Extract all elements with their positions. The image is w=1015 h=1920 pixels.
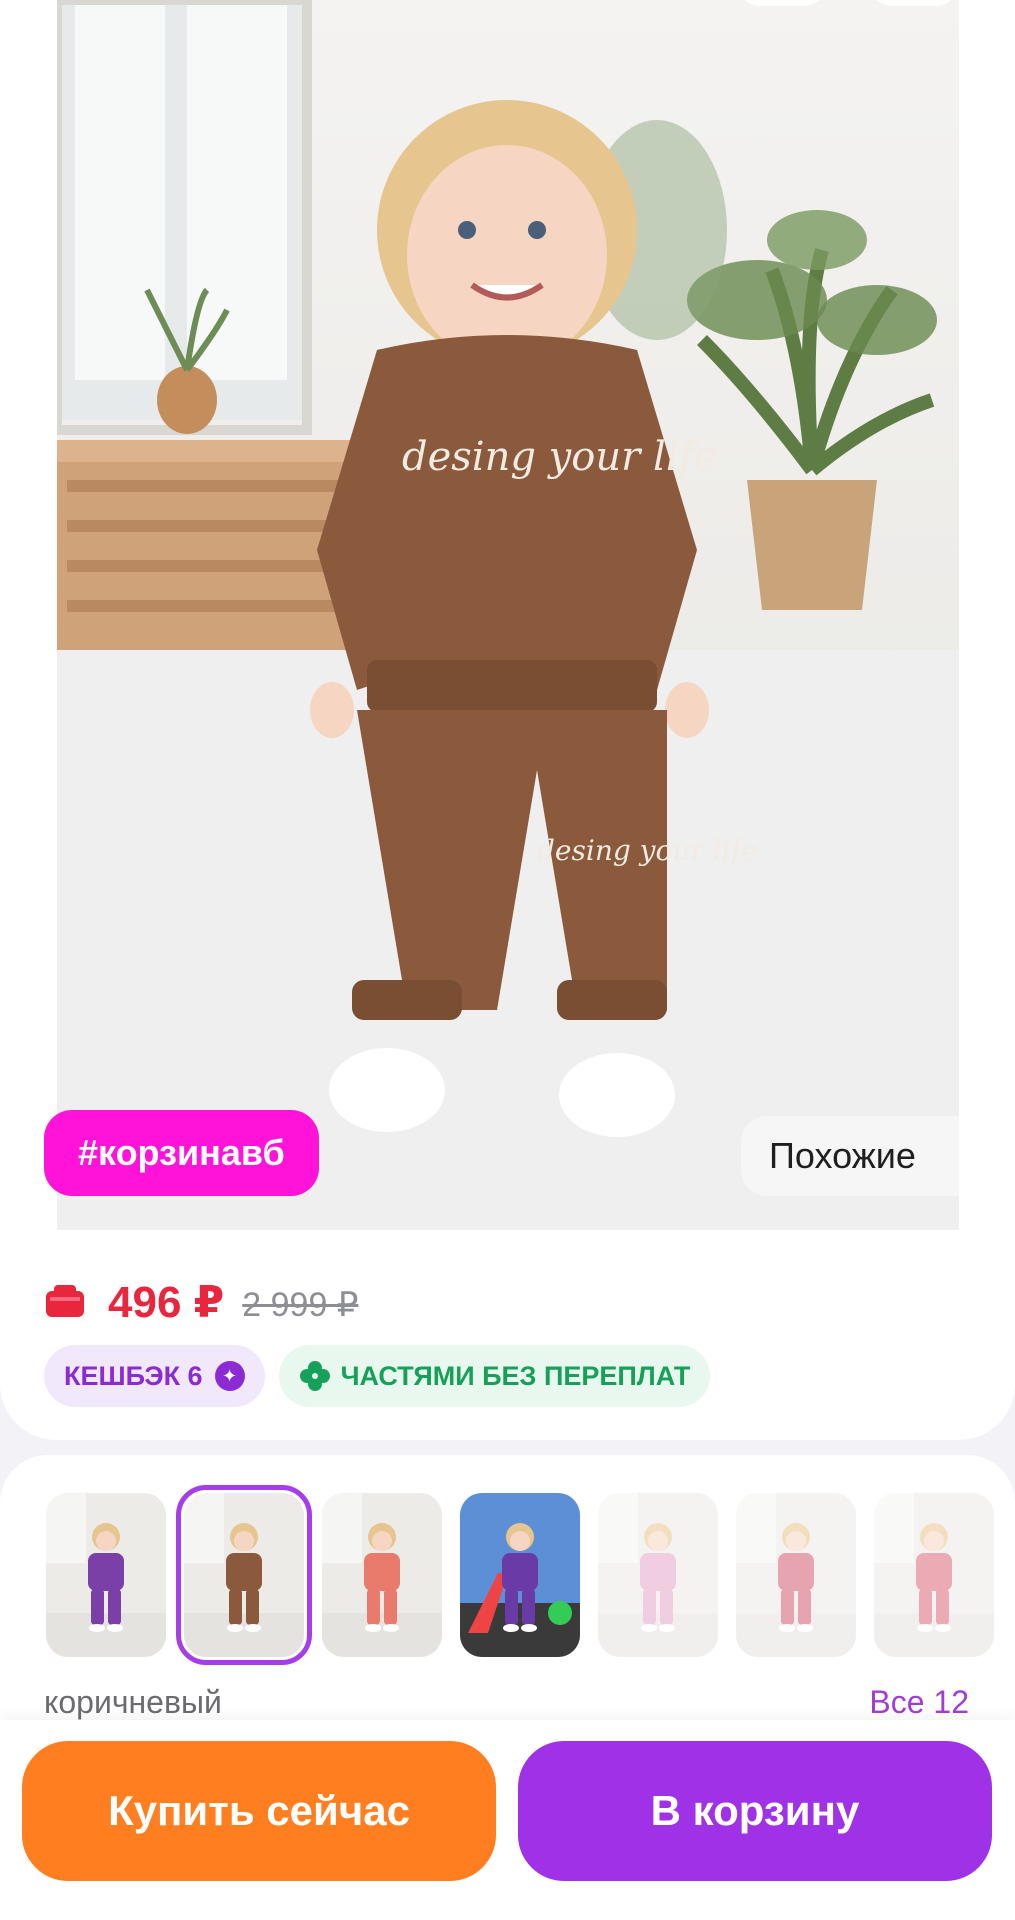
color-thumbnail-white-red[interactable] — [874, 1493, 994, 1657]
color-thumbnail-coral[interactable] — [322, 1493, 442, 1657]
color-thumbnail-raspberry[interactable] — [736, 1493, 856, 1657]
product-photo[interactable]: desing your life desing your life — [57, 0, 959, 1230]
cashback-chip[interactable]: КЕШБЭК 6 ✦ — [44, 1345, 265, 1407]
buy-now-button[interactable]: Купить сейчас — [22, 1741, 496, 1881]
wallet-icon — [46, 1285, 86, 1319]
color-thumbnail-brown[interactable] — [176, 1485, 312, 1665]
product-photo-illustration: desing your life desing your life — [57, 0, 959, 1230]
installments-label: ЧАСТЯМИ БЕЗ ПЕРЕПЛАТ — [340, 1360, 691, 1391]
color-thumbnails — [46, 1485, 994, 1665]
print-text-top: desing your life — [402, 434, 717, 480]
promo-chips: КЕШБЭК 6 ✦ ЧАСТЯМИ БЕЗ ПЕРЕПЛАТ — [44, 1345, 711, 1407]
similar-button[interactable]: Похожие — [741, 1116, 959, 1196]
print-text-leg: desing your life — [537, 834, 758, 867]
selected-color-label: коричневый — [44, 1684, 222, 1720]
cashback-label: КЕШБЭК 6 — [64, 1360, 203, 1391]
installments-chip[interactable]: ЧАСТЯМИ БЕЗ ПЕРЕПЛАТ — [278, 1345, 711, 1407]
add-to-cart-button[interactable]: В корзину — [518, 1741, 992, 1881]
all-variants-link[interactable]: Все 12 — [869, 1684, 969, 1721]
current-price: 496 ₽ — [108, 1277, 225, 1327]
color-thumbnail-playground[interactable] — [460, 1493, 580, 1657]
color-thumbnail-pink[interactable] — [598, 1493, 718, 1657]
old-price: 2 999 ₽ — [242, 1286, 359, 1324]
color-thumbnail-purple[interactable] — [46, 1493, 166, 1657]
sparkle-icon: ✦ — [214, 1361, 245, 1391]
price-row: 496 ₽ 2 999 ₽ — [46, 1272, 358, 1332]
clover-icon — [299, 1360, 331, 1392]
hashtag-badge[interactable]: #корзинавб — [44, 1110, 319, 1196]
